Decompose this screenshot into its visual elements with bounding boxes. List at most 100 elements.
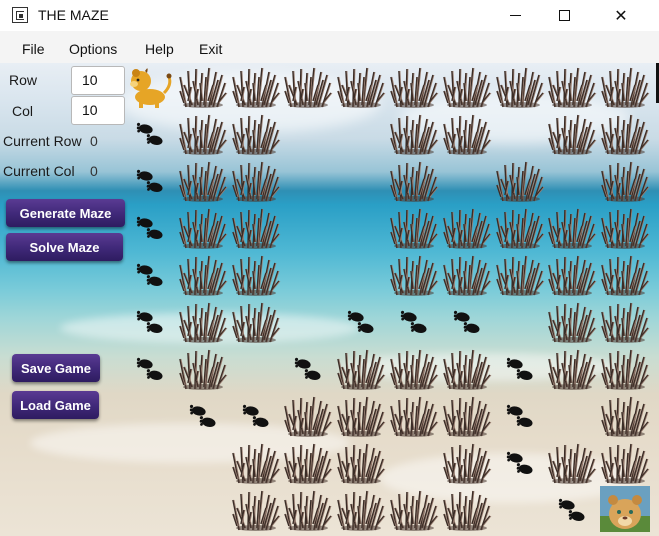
- thorn-wall-icon: [178, 298, 228, 344]
- footprint-icon: [125, 298, 175, 344]
- footprint-icon: [495, 439, 545, 485]
- thorn-wall-icon: [231, 251, 281, 297]
- thorn-wall-icon: [600, 298, 650, 344]
- nala-goal-icon: [600, 486, 650, 532]
- thorn-wall-icon: [231, 439, 281, 485]
- menu-bar: File Options Help Exit: [0, 31, 659, 63]
- footprint-icon: [125, 251, 175, 297]
- footprint-icon: [125, 204, 175, 250]
- thorn-wall-icon: [178, 110, 228, 156]
- thorn-wall-icon: [178, 345, 228, 391]
- footprint-icon: [336, 298, 386, 344]
- thorn-wall-icon: [336, 63, 386, 109]
- thorn-wall-icon: [283, 439, 333, 485]
- thorn-wall-icon: [336, 392, 386, 438]
- thorn-wall-icon: [389, 157, 439, 203]
- thorn-wall-icon: [389, 110, 439, 156]
- row-label: Row: [9, 72, 38, 88]
- minimize-icon: [509, 15, 521, 16]
- footprint-icon: [125, 110, 175, 156]
- footprint-icon: [125, 157, 175, 203]
- thorn-wall-icon: [231, 63, 281, 109]
- thorn-wall-icon: [547, 63, 597, 109]
- menu-file[interactable]: File: [22, 41, 45, 57]
- thorn-wall-icon: [336, 345, 386, 391]
- minimize-button[interactable]: [492, 0, 538, 31]
- thorn-wall-icon: [600, 110, 650, 156]
- thorn-wall-icon: [547, 439, 597, 485]
- save-game-button[interactable]: Save Game: [12, 354, 100, 382]
- maze-board: Row 10 Col 10 Current Row 0 Current Col …: [0, 63, 659, 536]
- thorn-wall-icon: [495, 251, 545, 297]
- thorn-wall-icon: [442, 204, 492, 250]
- app-icon: [12, 7, 28, 23]
- solve-maze-button[interactable]: Solve Maze: [6, 233, 123, 261]
- thorn-wall-icon: [442, 251, 492, 297]
- thorn-wall-icon: [495, 204, 545, 250]
- thorn-wall-icon: [231, 486, 281, 532]
- menu-help[interactable]: Help: [145, 41, 174, 57]
- current-row-value: 0: [90, 133, 98, 149]
- thorn-wall-icon: [336, 486, 386, 532]
- thorn-wall-icon: [600, 63, 650, 109]
- footprint-icon: [389, 298, 439, 344]
- footprint-icon: [178, 392, 228, 438]
- thorn-wall-icon: [600, 392, 650, 438]
- current-col-label: Current Col: [3, 163, 75, 179]
- generate-maze-button[interactable]: Generate Maze: [6, 199, 125, 227]
- title-bar: THE MAZE ✕: [0, 0, 659, 31]
- thorn-wall-icon: [178, 157, 228, 203]
- simba-player-icon: [125, 63, 175, 109]
- menu-options[interactable]: Options: [69, 41, 117, 57]
- thorn-wall-icon: [547, 298, 597, 344]
- footprint-icon: [231, 392, 281, 438]
- thorn-wall-icon: [547, 345, 597, 391]
- footprint-icon: [283, 345, 333, 391]
- thorn-wall-icon: [231, 204, 281, 250]
- footprint-icon: [442, 298, 492, 344]
- thorn-wall-icon: [389, 345, 439, 391]
- thorn-wall-icon: [547, 110, 597, 156]
- thorn-wall-icon: [442, 63, 492, 109]
- menu-exit[interactable]: Exit: [199, 41, 222, 57]
- thorn-wall-icon: [178, 251, 228, 297]
- load-game-button[interactable]: Load Game: [12, 391, 99, 419]
- thorn-wall-icon: [547, 204, 597, 250]
- close-button[interactable]: ✕: [598, 0, 644, 31]
- maximize-button[interactable]: [541, 0, 587, 31]
- thorn-wall-icon: [231, 110, 281, 156]
- col-label: Col: [12, 103, 34, 119]
- thorn-wall-icon: [178, 63, 228, 109]
- thorn-wall-icon: [389, 63, 439, 109]
- row-input[interactable]: 10: [71, 66, 125, 95]
- close-icon: ✕: [614, 7, 628, 25]
- thorn-wall-icon: [442, 345, 492, 391]
- thorn-wall-icon: [442, 439, 492, 485]
- current-col-value: 0: [90, 163, 98, 179]
- footprint-icon: [125, 345, 175, 391]
- thorn-wall-icon: [442, 392, 492, 438]
- window-title: THE MAZE: [38, 7, 109, 23]
- footprint-icon: [547, 486, 597, 532]
- thorn-wall-icon: [600, 204, 650, 250]
- thorn-wall-icon: [178, 204, 228, 250]
- thorn-wall-icon: [389, 251, 439, 297]
- thorn-wall-icon: [495, 157, 545, 203]
- thorn-wall-icon: [442, 110, 492, 156]
- current-row-label: Current Row: [3, 133, 82, 149]
- thorn-wall-icon: [283, 392, 333, 438]
- thorn-wall-icon: [283, 486, 333, 532]
- thorn-wall-icon: [547, 251, 597, 297]
- col-input[interactable]: 10: [71, 96, 125, 125]
- thorn-wall-icon: [389, 392, 439, 438]
- thorn-wall-icon: [600, 251, 650, 297]
- thorn-wall-icon: [600, 439, 650, 485]
- thorn-wall-icon: [600, 157, 650, 203]
- thorn-wall-icon: [231, 298, 281, 344]
- thorn-wall-icon: [600, 345, 650, 391]
- thorn-wall-icon: [389, 486, 439, 532]
- maximize-icon: [558, 10, 570, 21]
- footprint-icon: [495, 345, 545, 391]
- thorn-wall-icon: [336, 439, 386, 485]
- thorn-wall-icon: [495, 63, 545, 109]
